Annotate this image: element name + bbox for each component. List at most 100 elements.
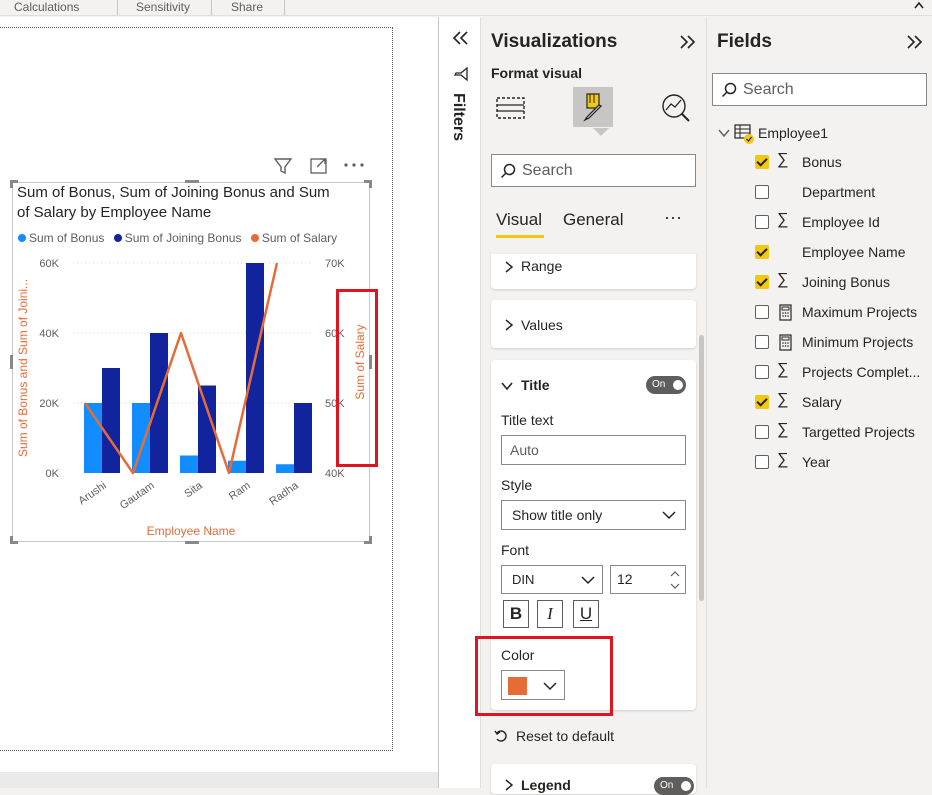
field-label: Year (802, 454, 831, 470)
field-item[interactable]: Maximum Projects (707, 298, 932, 328)
build-visual-icon[interactable] (495, 92, 527, 124)
scrollbar[interactable] (699, 335, 704, 601)
fields-search-input[interactable]: Search (712, 73, 927, 106)
field-checkbox[interactable] (755, 425, 769, 439)
collapse-right-icon[interactable] (904, 33, 924, 51)
ribbon-tab-share[interactable]: Share (231, 0, 263, 15)
reset-icon[interactable] (494, 729, 508, 743)
expand-left-icon[interactable] (451, 29, 471, 47)
sigma-icon: ∑ (777, 271, 789, 288)
chevron-down-icon[interactable] (670, 582, 680, 590)
filters-label[interactable]: Filters (449, 93, 467, 141)
field-checkbox[interactable] (755, 215, 769, 229)
underline-button[interactable]: U (573, 600, 599, 628)
legend-item-salary[interactable]: Sum of Salary (250, 231, 338, 245)
field-label: Minimum Projects (802, 334, 914, 350)
ribbon-tab-calculations[interactable]: Calculations (14, 0, 79, 15)
combo-chart-visual[interactable]: Sum of Bonus, Sum of Joining Bonus and S… (10, 180, 372, 544)
calculator-icon (779, 334, 792, 351)
field-item[interactable]: ∑ Year (707, 448, 932, 478)
field-item[interactable]: ∑ Employee Id (707, 208, 932, 238)
field-label: Department (802, 184, 876, 200)
chart-legend: Sum of Bonus Sum of Joining Bonus Sum of… (18, 231, 337, 245)
field-item[interactable]: ∑ Targetted Projects (707, 418, 932, 448)
chevron-down-icon[interactable] (717, 128, 731, 138)
title-section-label[interactable]: Title (521, 377, 550, 393)
values-section[interactable]: Values (491, 300, 696, 348)
filter-icon[interactable] (272, 156, 294, 176)
format-visual-tab[interactable] (573, 87, 613, 127)
field-checkbox[interactable] (755, 365, 769, 379)
tab-general[interactable]: General (563, 210, 623, 230)
more-options-icon[interactable] (342, 156, 366, 176)
field-checkbox[interactable] (755, 455, 769, 469)
font-size-value: 12 (617, 571, 633, 587)
field-item[interactable]: Employee Name (707, 238, 932, 268)
font-size-stepper[interactable]: 12 (610, 565, 686, 594)
chevron-up-icon[interactable] (913, 0, 925, 10)
field-item[interactable]: ∑ Projects Complet... (707, 358, 932, 388)
focus-mode-icon[interactable] (308, 156, 330, 176)
legend-dot (250, 234, 259, 242)
legend-dot (113, 234, 122, 242)
font-family-dropdown[interactable]: DIN (501, 565, 603, 594)
tab-visual[interactable]: Visual (496, 210, 542, 230)
y-tick-label: 20K (39, 398, 59, 410)
field-label: Joining Bonus (802, 274, 890, 290)
field-item[interactable]: Minimum Projects (707, 328, 932, 358)
italic-button[interactable]: I (537, 600, 563, 628)
legend-section[interactable]: Legend On (491, 764, 696, 795)
more-tabs-icon[interactable]: ··· (664, 207, 682, 228)
bold-button[interactable]: B (503, 600, 529, 628)
field-item[interactable]: ∑ Joining Bonus (707, 268, 932, 298)
collapse-right-icon[interactable] (677, 33, 697, 51)
field-label: Bonus (802, 154, 842, 170)
legend-item-bonus[interactable]: Sum of Bonus (18, 231, 104, 245)
field-checkbox[interactable] (755, 275, 769, 289)
chevron-up-icon[interactable] (670, 570, 680, 578)
range-section[interactable]: Range (491, 254, 696, 289)
y2-tick-label: 40K (325, 468, 345, 480)
legend-item-joining-bonus[interactable]: Sum of Joining Bonus (113, 231, 242, 245)
filter-funnel-icon (453, 66, 468, 82)
sigma-icon: ∑ (777, 391, 789, 408)
legend-toggle[interactable]: On (654, 777, 694, 795)
legend-label: Sum of Joining Bonus (124, 231, 242, 245)
chevron-right-icon (505, 319, 514, 331)
chart-plot: 60K40K20K0K70K60K50K40KSum of Bonus and … (16, 258, 367, 538)
legend-dot (18, 234, 26, 242)
reset-to-default-link[interactable]: Reset to default (516, 728, 614, 744)
ribbon-tab-sensitivity[interactable]: Sensitivity (136, 0, 190, 15)
y-tick-label: 40K (39, 328, 59, 340)
field-checkbox[interactable] (755, 335, 769, 349)
field-checkbox[interactable] (755, 245, 769, 259)
field-label: Employee Name (802, 244, 906, 260)
chevron-down-icon[interactable] (500, 380, 514, 392)
canvas-bottom-strip (0, 772, 438, 788)
title-toggle[interactable]: On (646, 376, 686, 394)
format-search-input[interactable]: Search (491, 154, 696, 187)
paintbrush-icon (583, 93, 603, 122)
field-item[interactable]: ∑ Bonus (707, 148, 932, 178)
field-item[interactable]: Department (707, 178, 932, 208)
toggle-text: On (660, 780, 674, 791)
bar-joining-bonus (246, 263, 264, 473)
field-item[interactable]: ∑ Salary (707, 388, 932, 418)
table-node-employee1[interactable]: Employee1 (707, 118, 932, 148)
sigma-icon: ∑ (777, 151, 789, 168)
highlight-box (475, 636, 613, 716)
field-label: Maximum Projects (802, 304, 918, 320)
search-icon (500, 163, 516, 179)
range-label: Range (521, 258, 563, 274)
analytics-icon[interactable] (659, 92, 693, 124)
field-label: Salary (802, 394, 842, 410)
style-dropdown[interactable]: Show title only (501, 500, 686, 530)
field-checkbox[interactable] (755, 305, 769, 319)
field-checkbox[interactable] (755, 155, 769, 169)
legend-label: Sum of Salary (261, 231, 338, 245)
sigma-icon: ∑ (777, 361, 789, 378)
field-checkbox[interactable] (755, 185, 769, 199)
field-checkbox[interactable] (755, 395, 769, 409)
title-text-input[interactable]: Auto (501, 435, 686, 465)
tab-visual-label: Visual (496, 210, 542, 229)
